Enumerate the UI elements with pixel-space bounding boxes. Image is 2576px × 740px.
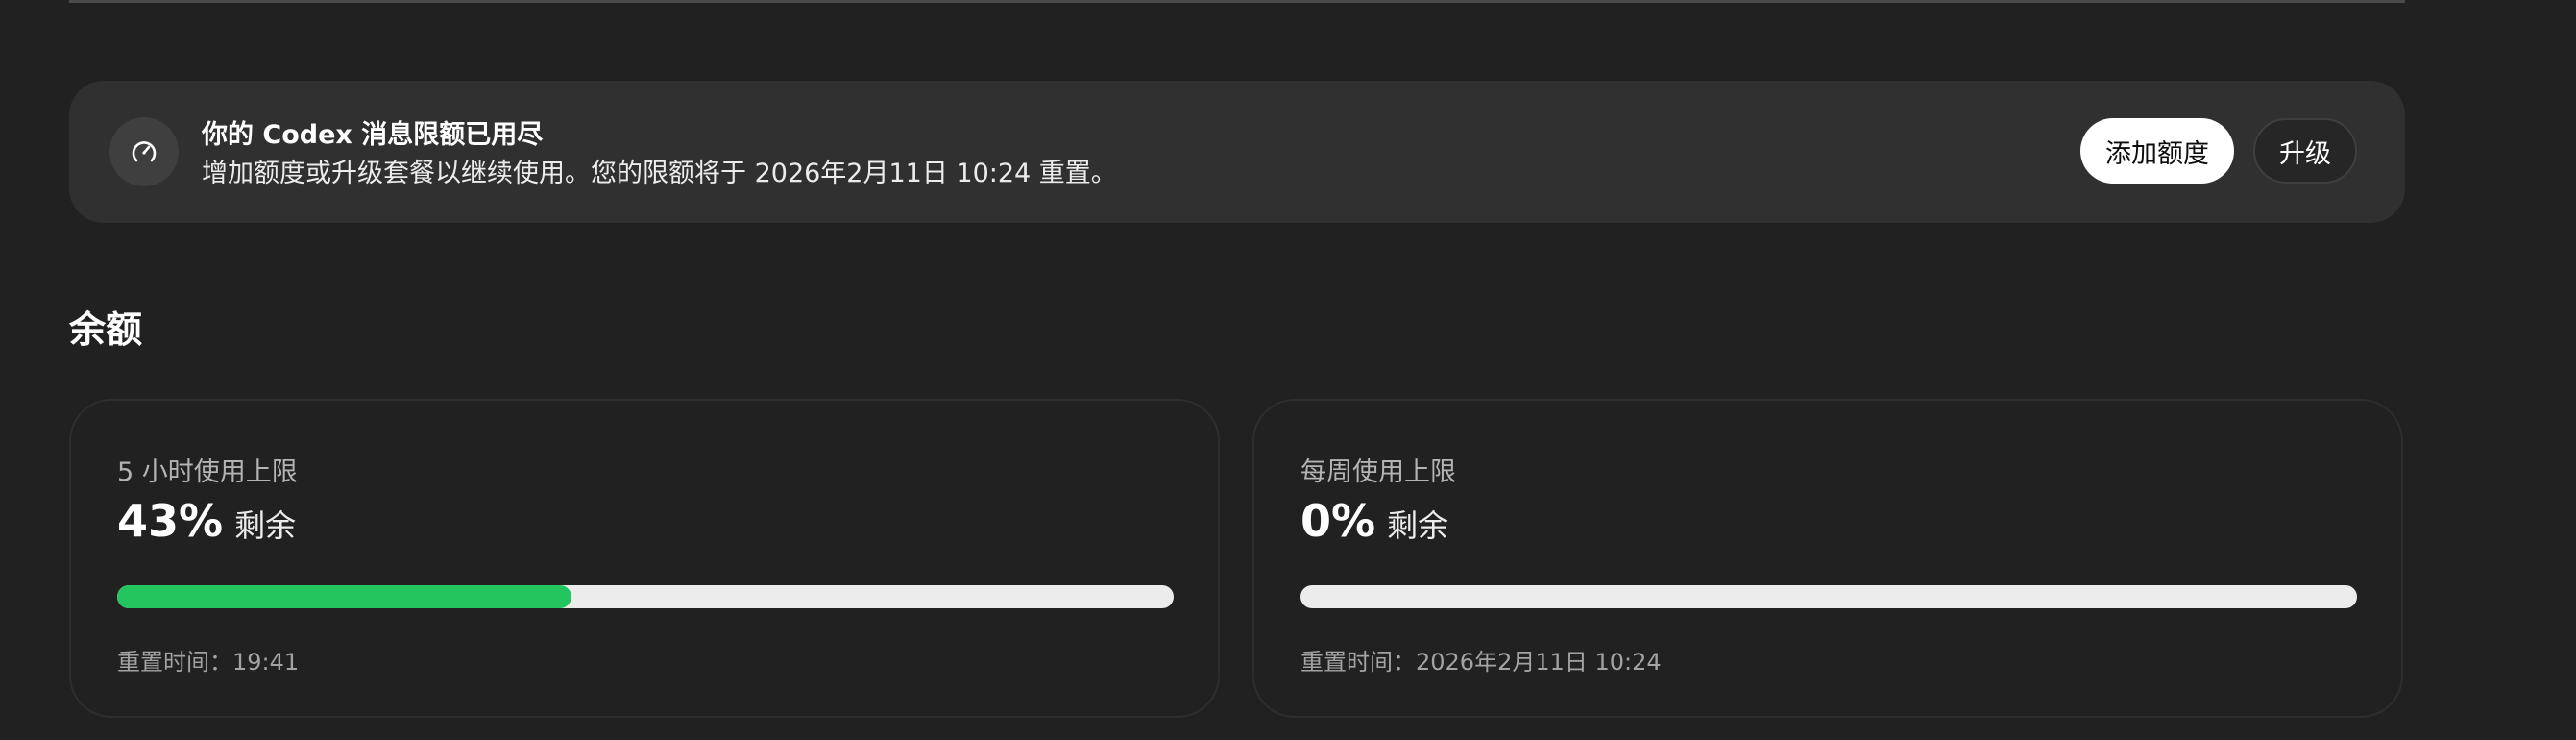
- reset-time: 重置时间：19:41: [117, 649, 300, 676]
- add-credits-button[interactable]: 添加额度: [2080, 118, 2234, 184]
- usage-page: 你的 Codex 消息限额已用尽 增加额度或升级套餐以继续使用。您的限额将于 2…: [0, 0, 2576, 740]
- gauge-icon: [109, 117, 179, 186]
- usage-progress-bar: [1300, 585, 2357, 608]
- five-hour-limit-card: 5 小时使用上限 43% 剩余 重置时间：19:41: [69, 399, 1220, 718]
- banner-title: 你的 Codex 消息限额已用尽: [202, 120, 544, 150]
- card-value: 43% 剩余: [117, 495, 296, 547]
- usage-progress-bar: [117, 585, 1174, 608]
- remaining-percent: 43%: [117, 495, 224, 547]
- remaining-percent: 0%: [1300, 495, 1376, 547]
- top-divider: [69, 0, 2405, 3]
- card-label: 每周使用上限: [1300, 457, 1456, 487]
- remaining-label: 剩余: [1387, 507, 1449, 544]
- card-label: 5 小时使用上限: [117, 457, 298, 487]
- reset-time: 重置时间：2026年2月11日 10:24: [1300, 649, 1662, 676]
- banner-description: 增加额度或升级套餐以继续使用。您的限额将于 2026年2月11日 10:24 重…: [202, 159, 1117, 188]
- balance-heading: 余额: [69, 308, 143, 351]
- limit-reached-banner: 你的 Codex 消息限额已用尽 增加额度或升级套餐以继续使用。您的限额将于 2…: [69, 81, 2405, 223]
- weekly-limit-card: 每周使用上限 0% 剩余 重置时间：2026年2月11日 10:24: [1252, 399, 2403, 718]
- usage-progress-fill: [117, 585, 571, 608]
- upgrade-button[interactable]: 升级: [2253, 118, 2357, 184]
- card-value: 0% 剩余: [1300, 495, 1448, 547]
- remaining-label: 剩余: [234, 507, 297, 544]
